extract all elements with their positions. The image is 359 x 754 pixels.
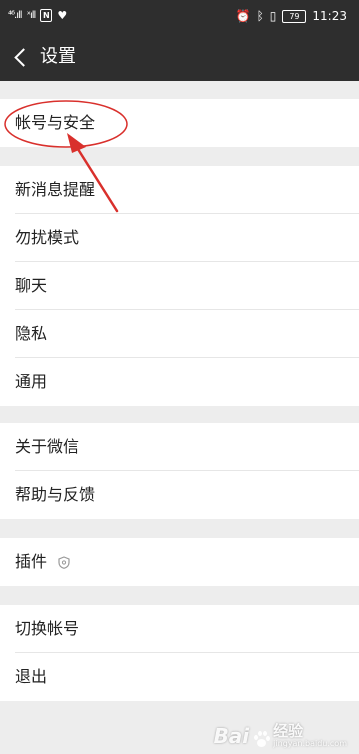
- settings-group-about: 关于微信 帮助与反馈: [0, 423, 359, 519]
- settings-item-privacy[interactable]: 隐私: [0, 310, 359, 358]
- health-icon: ♥: [57, 9, 68, 22]
- alarm-icon: ⏰: [235, 9, 251, 23]
- shield-icon: [58, 540, 70, 588]
- settings-item-account-security[interactable]: 帐号与安全: [0, 99, 359, 147]
- back-button[interactable]: [12, 46, 34, 68]
- settings-item-label: 帐号与安全: [15, 113, 96, 132]
- page-title: 设置: [40, 46, 76, 67]
- watermark-word: 经验: [273, 722, 304, 740]
- settings-item-label: 插件: [15, 552, 48, 571]
- settings-item-logout[interactable]: 退出: [0, 653, 359, 701]
- settings-item-help-feedback[interactable]: 帮助与反馈: [0, 471, 359, 519]
- settings-item-plugins[interactable]: 插件: [0, 538, 359, 586]
- watermark: Bai 经验 jingyan.baidu.com: [213, 722, 347, 749]
- settings-item-label: 隐私: [15, 324, 48, 343]
- settings-item-label: 退出: [15, 667, 48, 686]
- settings-item-about-wechat[interactable]: 关于微信: [0, 423, 359, 471]
- baidu-paw-icon: [252, 730, 271, 748]
- settings-group-plugins: 插件: [0, 538, 359, 586]
- watermark-brand: Bai: [213, 724, 250, 748]
- settings-item-chat[interactable]: 聊天: [0, 262, 359, 310]
- settings-item-label: 帮助与反馈: [15, 485, 96, 504]
- clock: 11:23: [312, 9, 347, 23]
- signal-icon: ⁴⁶.ıll: [8, 10, 22, 21]
- status-bar: ⁴⁶.ıll ˣıll N ♥ ⏰ ᛒ ▯ 79 11:23: [0, 0, 359, 33]
- settings-item-label: 关于微信: [15, 437, 80, 456]
- signal-icon-secondary: ˣıll: [26, 10, 37, 21]
- settings-item-label: 新消息提醒: [15, 180, 96, 199]
- settings-item-label: 聊天: [15, 276, 48, 295]
- settings-group-account: 帐号与安全: [0, 99, 359, 147]
- nfc-icon: N: [40, 9, 53, 22]
- vibrate-icon: ▯: [269, 9, 277, 23]
- settings-item-new-message-notification[interactable]: 新消息提醒: [0, 166, 359, 214]
- settings-item-do-not-disturb[interactable]: 勿扰模式: [0, 214, 359, 262]
- settings-group-general: 新消息提醒 勿扰模式 聊天 隐私 通用: [0, 166, 359, 406]
- bluetooth-icon: ᛒ: [256, 9, 264, 23]
- settings-item-label: 通用: [15, 372, 48, 391]
- settings-item-label: 勿扰模式: [15, 228, 80, 247]
- battery-icon: 79: [282, 9, 307, 23]
- settings-group-logout: 切换帐号 退出: [0, 605, 359, 701]
- settings-item-switch-account[interactable]: 切换帐号: [0, 605, 359, 653]
- title-bar: 设置: [0, 33, 359, 81]
- watermark-url: jingyan.baidu.com: [273, 739, 347, 748]
- settings-item-label: 切换帐号: [15, 619, 80, 638]
- settings-item-general[interactable]: 通用: [0, 358, 359, 406]
